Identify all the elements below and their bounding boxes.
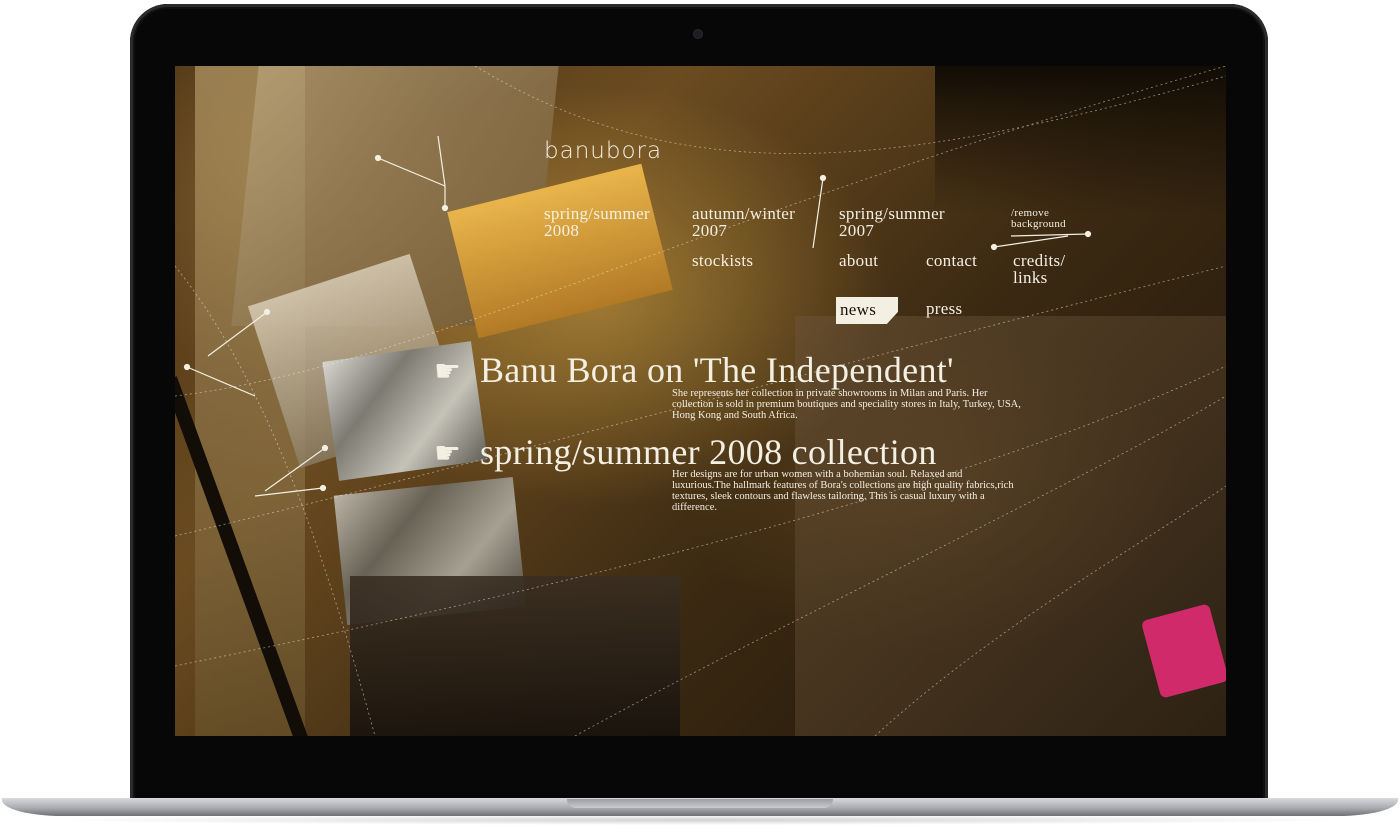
- nav-label: spring/summer: [544, 204, 650, 223]
- nav-spring-summer-2007[interactable]: spring/summer 2007: [839, 205, 945, 239]
- nav-label: autumn/winter: [692, 204, 796, 223]
- news-item-title[interactable]: Banu Bora on 'The Independent': [434, 352, 954, 388]
- news-title-text: Banu Bora on 'The Independent': [480, 350, 954, 390]
- nav-label: credits/: [1013, 251, 1066, 270]
- laptop-hinge-notch: [567, 799, 833, 808]
- nav-label: 2007: [839, 221, 875, 240]
- site-logo[interactable]: banubora: [544, 138, 662, 164]
- nav-press[interactable]: press: [926, 300, 962, 317]
- nav-label: 2007: [692, 221, 728, 240]
- nav-label: links: [1013, 268, 1048, 287]
- nav-about[interactable]: about: [839, 252, 878, 269]
- remove-background-link[interactable]: /remove background: [1011, 208, 1066, 230]
- nav-label: 2008: [544, 221, 580, 240]
- nav-stockists[interactable]: stockists: [692, 252, 753, 269]
- laptop-shadow: [40, 815, 1360, 825]
- webcam: [694, 30, 702, 38]
- screen: banubora spring/summer 2008 autumn/winte…: [175, 66, 1226, 736]
- nav-autumn-winter-2007[interactable]: autumn/winter 2007: [692, 205, 795, 239]
- nav-contact[interactable]: contact: [926, 252, 977, 269]
- news-title-text: spring/summer 2008 collection: [480, 432, 937, 472]
- nav-label: spring/summer: [839, 204, 945, 223]
- remove-background-label: background: [1011, 218, 1066, 230]
- nav-credits-links[interactable]: credits/ links: [1013, 252, 1065, 286]
- news-item-body: She represents her collection in private…: [672, 388, 1021, 421]
- news-item-title[interactable]: spring/summer 2008 collection: [434, 434, 937, 470]
- nav-news-active[interactable]: news: [836, 297, 898, 324]
- news-item-body: Her designs are for urban women with a b…: [672, 469, 1014, 513]
- nav-spring-summer-2008[interactable]: spring/summer 2008: [544, 205, 650, 239]
